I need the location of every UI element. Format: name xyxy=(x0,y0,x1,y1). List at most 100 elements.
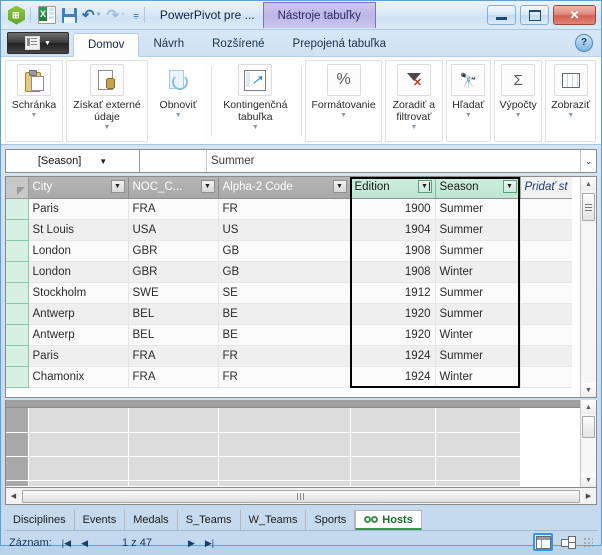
vertical-scroll-thumb[interactable] xyxy=(582,193,595,221)
ribbon-group-formatting[interactable]: % Formátovanie ▼ xyxy=(305,60,382,142)
measure-cell-blank[interactable] xyxy=(520,456,572,481)
measure-cell[interactable] xyxy=(350,432,436,457)
table-row[interactable]: Paris FRA FR 1924 Summer xyxy=(6,345,572,367)
cell-season[interactable]: Summer xyxy=(435,282,521,304)
cell-alpha2[interactable]: FR xyxy=(218,366,351,388)
measure-grid-splitter[interactable] xyxy=(6,400,596,408)
cell-add-column[interactable] xyxy=(520,303,572,325)
cell-add-column[interactable] xyxy=(520,261,572,283)
sheet-tab-w-teams[interactable]: W_Teams xyxy=(241,510,307,530)
cell-edition[interactable]: 1904 xyxy=(350,219,436,241)
column-filter-dropdown-icon[interactable]: ▼ xyxy=(332,180,347,193)
cell-add-column[interactable] xyxy=(520,240,572,262)
ribbon-group-calculations[interactable]: Σ Výpočty ▼ xyxy=(493,60,543,142)
close-button[interactable]: ✕ xyxy=(553,5,596,25)
cell-city[interactable]: Chamonix xyxy=(28,366,129,388)
row-selector[interactable] xyxy=(6,198,29,220)
measure-cell-blank[interactable] xyxy=(520,432,572,457)
cell-edition[interactable]: 1920 xyxy=(350,303,436,325)
vertical-scroll-track[interactable] xyxy=(581,221,596,383)
cell-edition[interactable]: 1920 xyxy=(350,324,436,346)
measure-cell[interactable] xyxy=(218,480,351,487)
cell-city[interactable]: Paris xyxy=(28,345,129,367)
cell-edition[interactable]: 1924 xyxy=(350,366,436,388)
chevron-down-icon[interactable]: ▼ xyxy=(410,124,417,132)
last-record-button[interactable]: ▶| xyxy=(205,538,214,549)
cell-season[interactable]: Summer xyxy=(435,303,521,325)
cell-noc-code[interactable]: SWE xyxy=(128,282,219,304)
maximize-button[interactable] xyxy=(520,5,549,25)
diagram-view-icon[interactable] xyxy=(558,533,578,551)
cell-alpha2[interactable]: FR xyxy=(218,345,351,367)
sheet-tab-events[interactable]: Events xyxy=(75,510,126,530)
add-column-header[interactable]: Pridať st xyxy=(520,177,572,199)
cell-edition[interactable]: 1900 xyxy=(350,198,436,220)
scroll-left-icon[interactable]: ◀ xyxy=(6,489,21,504)
chevron-down-icon[interactable]: ▼ xyxy=(515,112,522,120)
row-selector[interactable] xyxy=(6,261,29,283)
cell-city[interactable]: Antwerp xyxy=(28,324,129,346)
horizontal-scrollbar[interactable]: ◀ ▶ xyxy=(5,488,597,505)
cell-add-column[interactable] xyxy=(520,198,572,220)
cell-city[interactable]: St Louis xyxy=(28,219,129,241)
chevron-down-icon[interactable]: ▼ xyxy=(252,124,259,132)
chevron-down-icon[interactable]: ▼ xyxy=(104,124,111,132)
ribbon-group-refresh[interactable]: Obnoviť ▼ xyxy=(151,60,206,142)
tab-rozsirene[interactable]: Rozšírené xyxy=(198,32,278,56)
previous-record-button[interactable]: ◀ xyxy=(81,538,88,549)
table-row[interactable]: Chamonix FRA FR 1924 Winter xyxy=(6,366,572,388)
grid-vertical-scrollbar[interactable]: ▲ ▼ xyxy=(580,177,596,397)
cell-alpha2[interactable]: GB xyxy=(218,261,351,283)
measure-cell[interactable] xyxy=(28,432,129,457)
cell-noc-code[interactable]: BEL xyxy=(128,303,219,325)
cell-season[interactable]: Summer xyxy=(435,219,521,241)
sheet-tab-sports[interactable]: Sports xyxy=(306,510,356,530)
cell-add-column[interactable] xyxy=(520,219,572,241)
data-view-icon[interactable] xyxy=(533,533,553,551)
cell-noc-code[interactable]: GBR xyxy=(128,240,219,262)
measure-row[interactable] xyxy=(6,456,572,481)
cell-alpha2[interactable]: GB xyxy=(218,240,351,262)
cell-alpha2[interactable]: BE xyxy=(218,303,351,325)
column-header-city[interactable]: City ▼ xyxy=(28,177,129,199)
excel-icon[interactable]: X xyxy=(38,6,56,24)
cell-noc-code[interactable]: FRA xyxy=(128,345,219,367)
chevron-down-icon[interactable]: ▼ xyxy=(175,112,182,120)
cell-noc-code[interactable]: GBR xyxy=(128,261,219,283)
column-filter-dropdown-icon[interactable]: ▼ xyxy=(200,180,215,193)
cell-alpha2[interactable]: FR xyxy=(218,198,351,220)
table-row[interactable]: Antwerp BEL BE 1920 Winter xyxy=(6,324,572,346)
column-filter-dropdown-icon[interactable]: ▼ xyxy=(110,180,125,193)
sheet-tab-s-teams[interactable]: S_Teams xyxy=(178,510,241,530)
help-icon[interactable]: ? xyxy=(575,34,593,52)
cell-add-column[interactable] xyxy=(520,282,572,304)
cell-edition[interactable]: 1912 xyxy=(350,282,436,304)
first-record-button[interactable]: |◀ xyxy=(62,538,71,549)
row-selector[interactable] xyxy=(6,366,29,388)
table-row[interactable]: Stockholm SWE SE 1912 Summer xyxy=(6,282,572,304)
tab-domov[interactable]: Domov xyxy=(73,33,140,57)
quick-access-toolbar-more-icon[interactable]: ⩦ xyxy=(133,10,139,21)
vertical-scroll-thumb[interactable] xyxy=(582,416,595,438)
next-record-button[interactable]: ▶ xyxy=(188,538,195,549)
column-header-season[interactable]: Season ▼ xyxy=(435,177,521,199)
horizontal-scroll-thumb[interactable] xyxy=(22,489,580,503)
scroll-down-icon[interactable]: ▼ xyxy=(581,473,596,487)
cell-season[interactable]: Summer xyxy=(435,240,521,262)
cell-edition[interactable]: 1908 xyxy=(350,240,436,262)
measure-cell[interactable] xyxy=(128,408,219,433)
measure-cell[interactable] xyxy=(28,408,129,433)
cell-city[interactable]: Paris xyxy=(28,198,129,220)
formula-input[interactable]: Summer xyxy=(207,150,580,172)
measure-cell[interactable] xyxy=(435,408,521,433)
row-selector[interactable] xyxy=(6,324,29,346)
cell-season[interactable]: Summer xyxy=(435,345,521,367)
measure-cell[interactable] xyxy=(128,456,219,481)
ribbon-group-get-external-data[interactable]: Získať externé údaje ▼ xyxy=(65,60,149,142)
cell-noc-code[interactable]: USA xyxy=(128,219,219,241)
vertical-scroll-track[interactable] xyxy=(581,438,596,473)
cell-alpha2[interactable]: BE xyxy=(218,324,351,346)
row-selector[interactable] xyxy=(6,240,29,262)
ribbon-group-pivot-table[interactable]: ↗ Kontingenčná tabuľka ▼ xyxy=(215,60,296,142)
measure-row[interactable] xyxy=(6,432,572,457)
